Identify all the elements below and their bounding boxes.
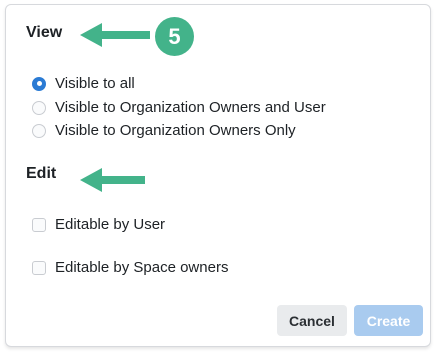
- checkbox-editable-by-user[interactable]: Editable by User: [32, 216, 165, 233]
- radio-visible-to-owners-only[interactable]: Visible to Organization Owners Only: [32, 122, 296, 139]
- permissions-dialog: View 5 Visible to all Visible to Organiz…: [5, 4, 431, 347]
- arrow-left-icon: [80, 168, 145, 192]
- checkbox-label: Editable by Space owners: [55, 259, 229, 276]
- create-button[interactable]: Create: [354, 305, 423, 336]
- edit-section-title: Edit: [26, 165, 57, 182]
- radio-label: Visible to Organization Owners and User: [55, 99, 326, 116]
- checkbox-editable-by-space-owners[interactable]: Editable by Space owners: [32, 259, 228, 276]
- checkbox-icon[interactable]: [32, 217, 46, 232]
- arrow-left-icon: [80, 23, 150, 47]
- cancel-button[interactable]: Cancel: [277, 305, 347, 336]
- radio-selected-icon[interactable]: [32, 76, 46, 91]
- checkbox-label: Editable by User: [55, 216, 166, 233]
- radio-label: Visible to all: [55, 75, 135, 92]
- radio-visible-to-all[interactable]: Visible to all: [32, 75, 135, 92]
- view-section-title: View: [26, 24, 63, 41]
- step-number-badge: 5: [155, 17, 194, 56]
- checkbox-icon[interactable]: [32, 260, 46, 275]
- radio-unselected-icon[interactable]: [32, 100, 46, 115]
- radio-label: Visible to Organization Owners Only: [55, 122, 296, 139]
- radio-visible-to-owners-and-user[interactable]: Visible to Organization Owners and User: [32, 99, 326, 116]
- radio-unselected-icon[interactable]: [32, 123, 46, 138]
